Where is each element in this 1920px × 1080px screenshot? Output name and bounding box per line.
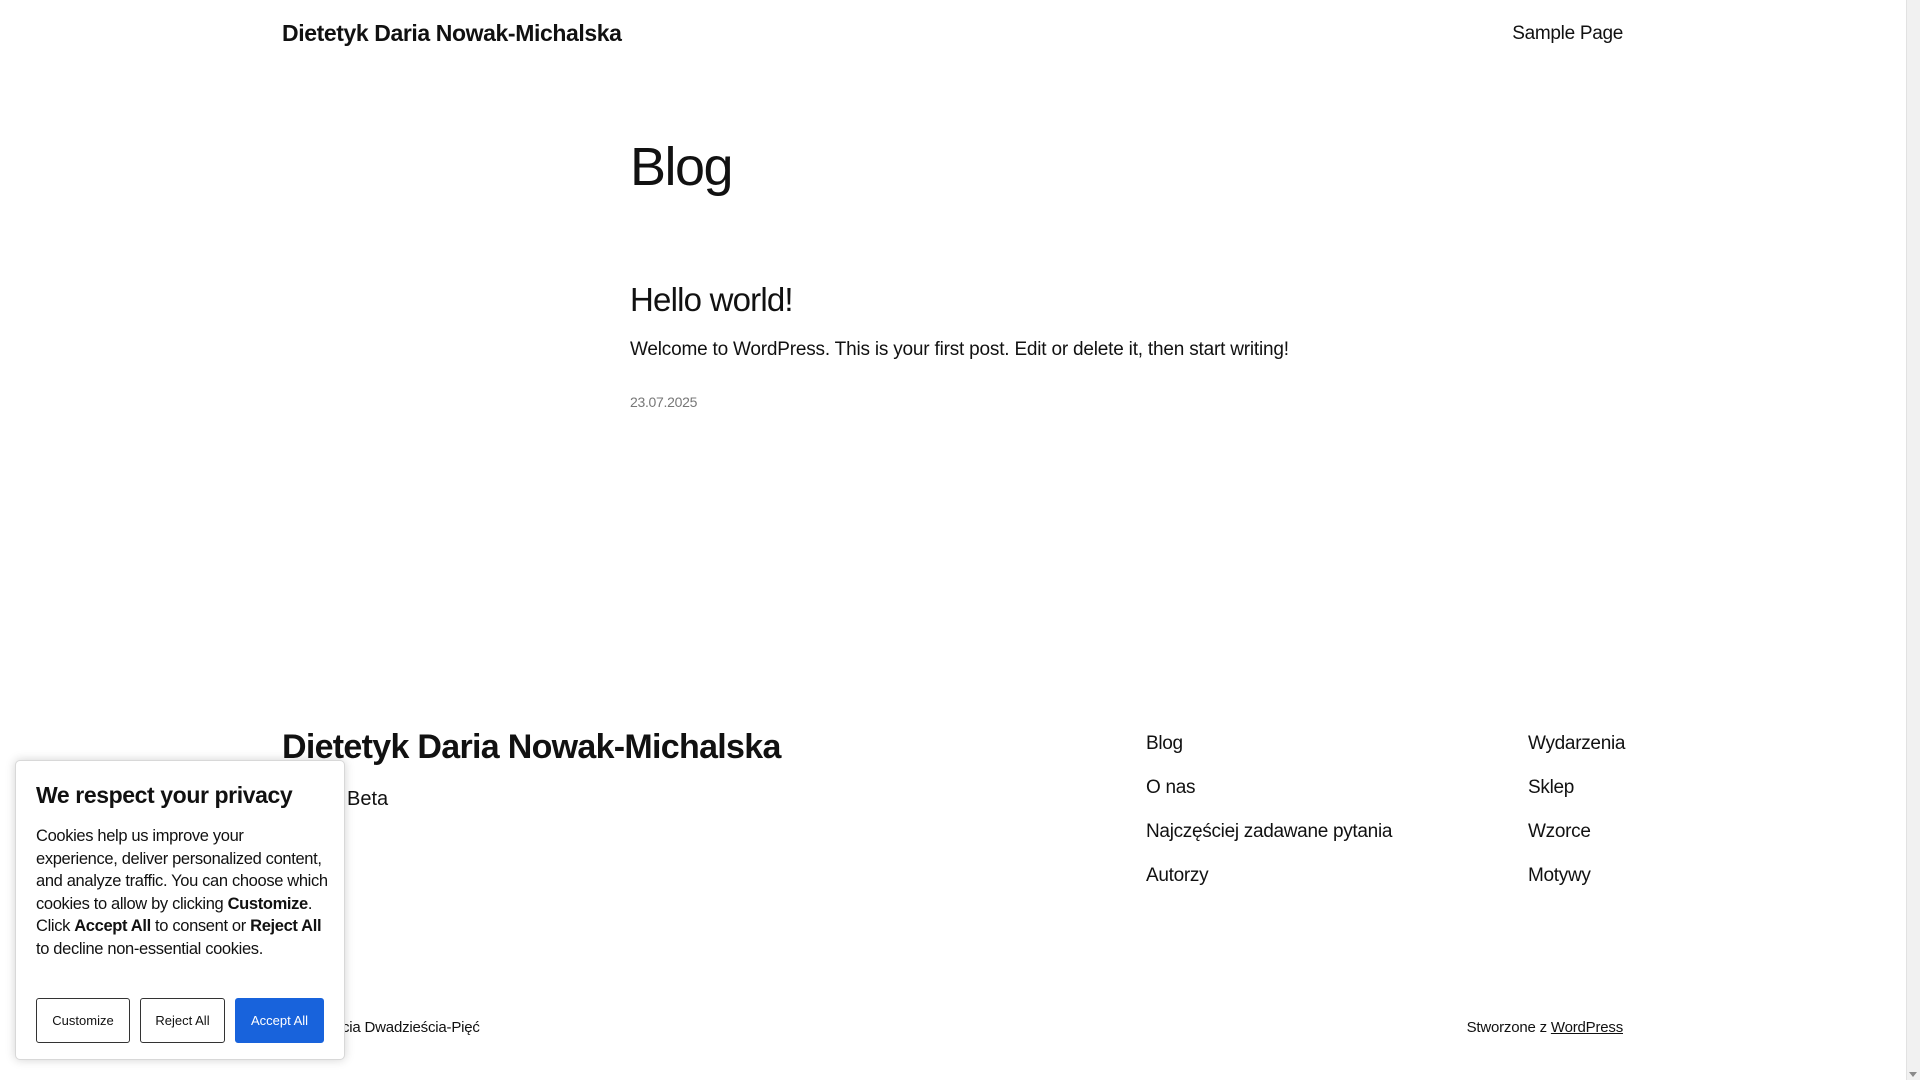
site-header: Dietetyk Daria Nowak-Michalska Sample Pa… <box>282 0 1623 70</box>
cookie-banner-title: We respect your privacy <box>36 782 293 808</box>
footer-link-o-nas[interactable]: O nas <box>1146 776 1392 820</box>
footer-link-blog[interactable]: Blog <box>1146 732 1392 776</box>
footer-link-sklep[interactable]: Sklep <box>1528 776 1625 820</box>
footer-link-autorzy[interactable]: Autorzy <box>1146 864 1392 908</box>
post-title-link[interactable]: Hello world! <box>630 281 794 319</box>
cookie-consent-banner: We respect your privacy Cookies help us … <box>15 760 345 1060</box>
cookie-accept-all-button[interactable]: Accept All <box>235 998 324 1043</box>
cookie-banner-text: Cookies help us improve your experience,… <box>36 825 328 960</box>
cookie-customize-button[interactable]: Customize <box>36 998 130 1043</box>
footer-theme-credit-text: cia Dwadzieścia-Pięć <box>342 1019 480 1036</box>
footer-nav-primary: Blog O nas Najczęściej zadawane pytania … <box>1146 732 1392 908</box>
site-title-link[interactable]: Dietetyk Daria Nowak-Michalska <box>282 20 622 47</box>
page-scrollbar[interactable] <box>1906 0 1920 1080</box>
footer-link-motywy[interactable]: Motywy <box>1528 864 1625 908</box>
page-title: Blog <box>630 137 734 197</box>
footer-site-title-link[interactable]: Dietetyk Daria Nowak-Michalska <box>282 728 781 767</box>
footer-wordpress-link[interactable]: WordPress <box>1551 1019 1623 1036</box>
footer-powered-by: Stworzone z WordPress <box>1466 1019 1624 1036</box>
post-excerpt: Welcome to WordPress. This is your first… <box>630 339 1289 360</box>
cookie-button-row: Customize Reject All Accept All <box>36 998 327 1043</box>
scroll-down-arrow-icon[interactable] <box>1909 1072 1917 1077</box>
footer-tagline-text: Beta <box>347 788 389 810</box>
post-date: 23.07.2025 <box>630 394 698 410</box>
footer-powered-by-prefix: Stworzone z <box>1466 1019 1551 1036</box>
nav-link-sample-page[interactable]: Sample Page <box>1512 23 1623 45</box>
cookie-text-part4: to decline non-essential cookies. <box>36 939 263 958</box>
footer-nav-secondary: Wydarzenia Sklep Wzorce Motywy <box>1528 732 1625 908</box>
cookie-text-accept: Accept All <box>74 917 151 935</box>
footer-link-faq[interactable]: Najczęściej zadawane pytania <box>1146 820 1392 864</box>
footer-link-wydarzenia[interactable]: Wydarzenia <box>1528 732 1625 776</box>
footer-link-wzorce[interactable]: Wzorce <box>1528 820 1625 864</box>
cookie-reject-all-button[interactable]: Reject All <box>140 998 225 1043</box>
cookie-text-customize: Customize <box>227 894 309 913</box>
cookie-text-part3: to consent or <box>150 917 251 935</box>
cookie-text-reject: Reject All <box>250 917 322 935</box>
